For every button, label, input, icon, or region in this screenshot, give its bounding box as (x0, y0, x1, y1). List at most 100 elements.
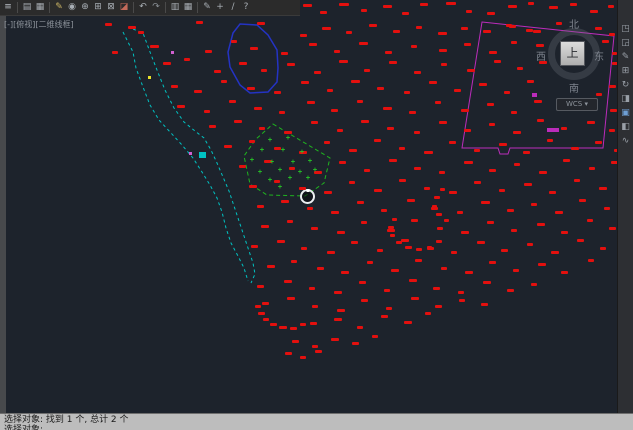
survey-point-label (300, 34, 307, 37)
survey-point-label (339, 161, 346, 164)
survey-point-label (511, 41, 517, 44)
survey-point-label (577, 239, 584, 242)
survey-point-label (461, 231, 469, 234)
survey-point-label (299, 187, 306, 190)
annotate-icon[interactable]: ✎ (620, 52, 632, 63)
survey-point-label (570, 3, 577, 6)
survey-point-label (579, 199, 586, 202)
survey-point-label (310, 322, 317, 325)
survey-point-label (331, 338, 339, 341)
plot-icon[interactable]: ◪ (118, 1, 130, 14)
survey-point-label (204, 110, 210, 113)
survey-point-label (257, 22, 265, 25)
table-icon[interactable]: ▦ (182, 1, 194, 14)
survey-point-label (390, 234, 395, 237)
layer-panel-icon[interactable]: ◳ (620, 24, 632, 35)
survey-point-label (339, 3, 349, 6)
pan-icon[interactable]: ◉ (66, 1, 78, 14)
viewcube[interactable]: 北 南 西 东 上 WCS ▾ (542, 18, 608, 110)
survey-point-label (381, 315, 388, 318)
help-icon[interactable]: ? (240, 1, 252, 14)
menu-icon[interactable]: ≡ (2, 1, 14, 14)
survey-point-label (435, 305, 442, 308)
survey-point-label (312, 345, 318, 348)
grid-panel-icon[interactable]: ⊞ (620, 66, 632, 77)
viewcube-west-label[interactable]: 西 (536, 48, 546, 63)
green-node-marker: + (305, 175, 311, 181)
draw-icon[interactable]: ✎ (201, 1, 213, 14)
viewcube-east-label[interactable]: 东 (594, 48, 604, 63)
survey-point-label (561, 231, 568, 234)
zoom-window-icon[interactable]: ⊞ (92, 1, 104, 14)
cyan-text-label (199, 152, 206, 158)
survey-point-label (399, 179, 406, 182)
zoom-icon[interactable]: ⊕ (79, 1, 91, 14)
curve-icon[interactable]: ∿ (620, 136, 632, 147)
command-prompt-line[interactable]: 选择对象: (0, 425, 633, 430)
survey-point-label (590, 10, 598, 13)
survey-point-label (346, 31, 352, 34)
properties-icon[interactable]: ▥ (169, 1, 181, 14)
survey-point-label (331, 109, 338, 112)
green-node-marker: + (312, 167, 318, 173)
road-edge-left[interactable] (123, 32, 248, 281)
toolbar-separator (49, 2, 50, 13)
survey-point-label (279, 111, 285, 114)
survey-point-label (349, 181, 355, 184)
road-edge-right[interactable] (133, 29, 255, 283)
survey-point-label (231, 40, 237, 43)
undo-icon[interactable]: ↶ (137, 1, 149, 14)
survey-point-label (479, 83, 487, 86)
survey-point-label (461, 27, 468, 30)
survey-point-label (263, 318, 269, 321)
survey-point-label (531, 203, 537, 206)
survey-point-label (387, 229, 395, 232)
drawing-canvas[interactable]: +++++++++++++++++ (0, 0, 617, 413)
toolbar-separator (197, 2, 198, 13)
measure-panel-icon[interactable]: ◧ (620, 122, 632, 133)
viewcube-top-face[interactable]: 上 (560, 41, 585, 66)
survey-point-label (438, 32, 447, 35)
survey-point-label (527, 243, 533, 246)
save-icon[interactable]: ▦ (34, 1, 46, 14)
green-node-marker: + (307, 158, 313, 164)
survey-point-label (377, 87, 384, 90)
wcs-dropdown[interactable]: WCS ▾ (556, 98, 598, 111)
survey-point-label (334, 318, 342, 321)
survey-point-label (287, 63, 295, 66)
survey-point-label (239, 62, 247, 65)
command-line-window[interactable]: 选择对象: 找到 1 个, 总计 2 个 选择对象: (0, 413, 633, 430)
panel-blue-icon[interactable]: ▣ (620, 108, 632, 119)
measure-icon[interactable]: ∕ (227, 1, 239, 14)
view-panel-icon[interactable]: ◲ (620, 38, 632, 49)
palette-icon[interactable]: ◨ (620, 94, 632, 105)
viewport-controls-label[interactable]: [-][俯视][二维线框] (4, 19, 74, 30)
survey-point-label (349, 149, 357, 152)
survey-point-label (407, 199, 415, 202)
polyline-tool-icon[interactable]: ✎ (53, 1, 65, 14)
command-history-line: 选择对象: 找到 1 个, 总计 2 个 (0, 414, 633, 425)
zoom-extents-icon[interactable]: ⊠ (105, 1, 117, 14)
survey-point-label (441, 267, 447, 270)
survey-point-label (561, 271, 568, 274)
toolbar-separator (133, 2, 134, 13)
survey-point-label (128, 26, 136, 29)
survey-point-label (163, 62, 171, 65)
blue-parcel-outline[interactable] (228, 24, 278, 93)
survey-point-label (425, 312, 431, 315)
green-node-marker: + (267, 177, 273, 183)
survey-point-label (466, 10, 472, 13)
survey-point-label (311, 227, 318, 230)
survey-point-label (386, 307, 392, 310)
open-icon[interactable]: ▤ (21, 1, 33, 14)
survey-point-label (600, 247, 606, 250)
move-icon[interactable]: + (214, 1, 226, 14)
viewcube-south-label[interactable]: 南 (569, 80, 579, 95)
refresh-icon[interactable]: ↻ (620, 80, 632, 91)
survey-point-label (487, 12, 495, 15)
redo-icon[interactable]: ↷ (150, 1, 162, 14)
survey-point-label (307, 101, 315, 104)
survey-point-label (499, 189, 505, 192)
viewcube-north-label[interactable]: 北 (569, 16, 579, 31)
survey-point-label (339, 60, 348, 63)
